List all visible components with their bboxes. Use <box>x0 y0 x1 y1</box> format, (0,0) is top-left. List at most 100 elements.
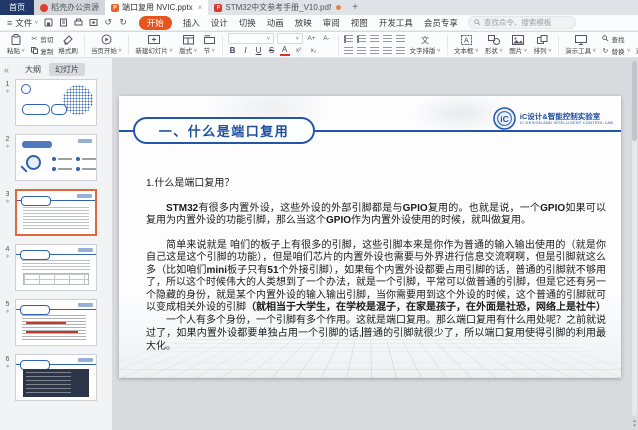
paragraph-group <box>342 34 407 56</box>
copy-icon <box>30 47 38 54</box>
tab-pptx-document[interactable]: P 端口复用 NVIC.pptx × <box>105 0 208 15</box>
thumb-title-bar <box>22 141 52 148</box>
slide-canvas[interactable]: 一、什么是端口复用 iC iC设计&智能控制实验室 IC DESIGN AND … <box>113 58 638 430</box>
tab-docer[interactable]: 稻壳办公资源 <box>34 0 105 15</box>
thumb-logo <box>78 303 93 307</box>
arrange-button[interactable]: 排列∨ <box>531 34 555 55</box>
menu-design[interactable]: 设计 <box>211 17 228 29</box>
slide-layout-button[interactable]: 版式∨ <box>176 34 200 55</box>
menu-slideshow[interactable]: 放映 <box>295 17 312 29</box>
demo-tools-button[interactable]: 演示工具∨ <box>562 34 599 55</box>
align-right-icon[interactable] <box>370 47 379 55</box>
collapse-up-icon[interactable]: ˆ <box>36 58 38 65</box>
new-slide-button[interactable]: 新建幻灯片∨ <box>132 34 176 55</box>
numbered-list-icon[interactable] <box>357 35 366 43</box>
copy-button[interactable]: 复制 <box>30 46 53 56</box>
subscript-button[interactable]: x₂ <box>308 47 320 54</box>
cut-button[interactable]: ✂剪切 <box>30 34 53 44</box>
strikethrough-button[interactable]: S <box>267 46 277 55</box>
titlebar: 首页 稻壳办公资源 P 端口复用 NVIC.pptx × P STM32中文参考… <box>0 0 638 15</box>
align-center-icon[interactable] <box>357 47 366 55</box>
menu-transition[interactable]: 切换 <box>239 17 256 29</box>
decrease-indent-icon[interactable] <box>370 35 379 43</box>
play-from-current-button[interactable]: 当页开始∨ <box>88 34 125 55</box>
menu-insert[interactable]: 插入 <box>183 17 200 29</box>
lab-name-en: IC DESIGN AND INTELLIGENT CONTROL LAB <box>520 121 613 126</box>
canvas-scrollbar[interactable] <box>632 61 637 416</box>
preview-icon[interactable] <box>88 17 99 28</box>
home-button[interactable]: 首页 <box>0 0 34 15</box>
menu-home[interactable]: 开始 <box>139 16 172 30</box>
menu-items: 开始 插入 设计 切换 动画 放映 审阅 视图 开发工具 会员专享 <box>139 16 458 30</box>
demo-tools-icon <box>575 34 587 45</box>
text-layout-button[interactable]: 文 文字排版∨ <box>407 34 444 55</box>
pptx-file-icon: P <box>111 4 119 12</box>
replace-button[interactable]: ↻替换∨ <box>601 46 630 56</box>
slide-thumbnail-6[interactable]: 6∗ <box>0 354 112 401</box>
tab-outline[interactable]: 大纲 <box>25 64 41 75</box>
shapes-button[interactable]: 形状∨ <box>482 34 506 55</box>
paste-button[interactable]: 粘贴∨ <box>4 34 28 55</box>
export-icon[interactable] <box>58 17 69 28</box>
text-box-button[interactable]: A 文本框∨ <box>451 34 482 55</box>
tab-slides[interactable]: 幻灯片 <box>49 63 85 76</box>
picture-button[interactable]: 图片∨ <box>506 34 530 55</box>
print-icon[interactable] <box>73 17 84 28</box>
section-button[interactable]: 节∨ <box>201 34 219 55</box>
bold-button[interactable]: B <box>228 46 238 55</box>
save-icon[interactable] <box>43 17 54 28</box>
menu-view[interactable]: 视图 <box>351 17 368 29</box>
thumb-globe-graphic <box>63 85 93 115</box>
menu-review[interactable]: 审阅 <box>323 17 340 29</box>
body-heading: 1.什么是端口复用？ <box>146 178 606 191</box>
redo-icon[interactable]: ↻ <box>118 17 129 28</box>
hamburger-icon[interactable]: ≡ <box>7 18 12 28</box>
tab-pdf-document[interactable]: P STM32中文参考手册_V10.pdf <box>208 0 347 15</box>
command-search-input[interactable]: 查找命令、搜索模板 <box>468 16 576 29</box>
align-left-icon[interactable] <box>344 47 353 55</box>
menu-member[interactable]: 会员专享 <box>424 17 458 29</box>
bullet-list-icon[interactable] <box>344 35 353 43</box>
current-slide[interactable]: 一、什么是端口复用 iC iC设计&智能控制实验室 IC DESIGN AND … <box>119 96 621 378</box>
slide-thumbnail-4[interactable]: 4∗ <box>0 244 112 291</box>
toolbar: 粘贴∨ ✂剪切 复制 格式刷 当页开始∨ 新建幻灯片∨ 版式∨ 节∨ ∨ ∨ A… <box>0 32 638 58</box>
find-button[interactable]: 查找 <box>601 34 630 44</box>
select-button[interactable]: 选择∨ <box>633 34 638 55</box>
menu-animation[interactable]: 动画 <box>267 17 284 29</box>
format-painter-button[interactable]: 格式刷 <box>55 34 81 55</box>
shrink-font-button[interactable]: A- <box>321 35 333 42</box>
underline-button[interactable]: U <box>254 46 264 55</box>
find-icon <box>601 35 609 42</box>
thumb-title-pill <box>51 104 67 115</box>
close-tab-icon[interactable]: × <box>198 3 203 12</box>
body-paragraph-2: 简单来说就是 咱们的板子上有很多的引脚，这些引脚本来是你作为普通的输入输出使用的… <box>146 240 606 315</box>
new-tab-button[interactable]: + <box>347 0 363 15</box>
slide-thumbnail-1[interactable]: 1∗ <box>0 79 112 126</box>
menu-developer-tools[interactable]: 开发工具 <box>379 17 413 29</box>
slide-thumbnail-5[interactable]: 5∗ <box>0 299 112 346</box>
file-menu[interactable]: 文件 ∨ <box>15 17 38 29</box>
font-color-button[interactable]: A <box>280 46 290 56</box>
scrollbar-buttons[interactable]: ▴▾ <box>631 419 638 429</box>
slide-title[interactable]: 一、什么是端口复用 <box>133 117 315 144</box>
font-size-select[interactable]: ∨ <box>277 33 303 44</box>
grow-font-button[interactable]: A+ <box>306 35 318 42</box>
line-spacing-icon[interactable] <box>396 35 405 43</box>
font-name-select[interactable]: ∨ <box>228 33 274 44</box>
undo-icon[interactable]: ↺ <box>103 17 114 28</box>
slide-thumbnail-2[interactable]: 2∗ <box>0 134 112 181</box>
justify-icon[interactable] <box>383 47 392 55</box>
collapse-panel-icon[interactable]: « <box>4 65 9 75</box>
slide-body-text[interactable]: 1.什么是端口复用？ STM32有很多内置外设，这些外设的外部引脚都是与GPIO… <box>146 178 606 353</box>
slide-thumbnail-3-selected[interactable]: 3∗ <box>0 189 112 236</box>
increase-indent-icon[interactable] <box>383 35 392 43</box>
section-icon <box>204 34 215 45</box>
thumb-text-lines <box>23 207 89 229</box>
superscript-button[interactable]: x² <box>293 47 305 54</box>
scrollbar-thumb[interactable] <box>632 61 637 141</box>
svg-text:A: A <box>464 37 469 44</box>
divider <box>128 35 129 55</box>
italic-button[interactable]: I <box>241 46 251 55</box>
thumb-title-pill <box>21 196 51 206</box>
columns-icon[interactable] <box>396 47 405 55</box>
